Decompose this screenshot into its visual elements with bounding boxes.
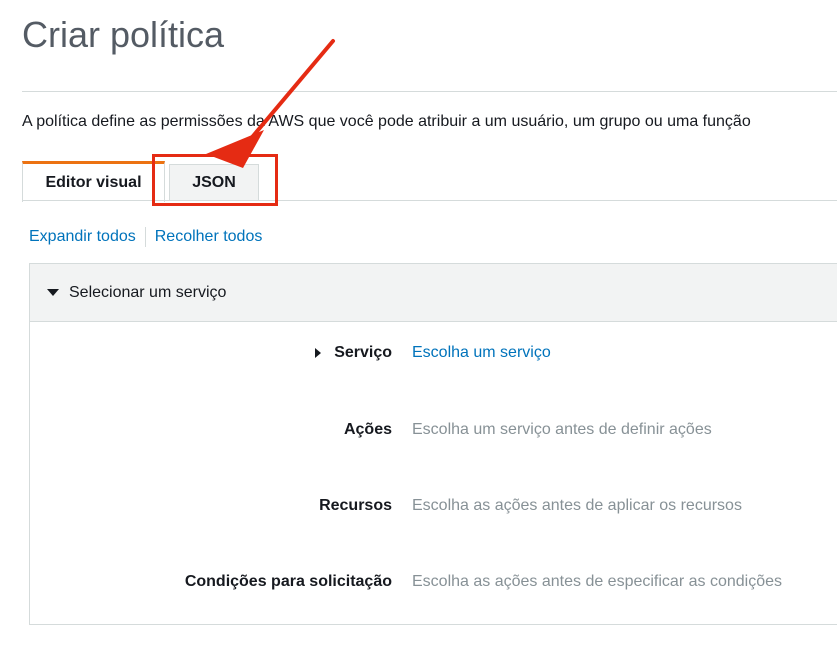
service-row: Serviço Escolha um serviço: [30, 344, 837, 368]
resources-label: Recursos: [319, 497, 392, 514]
policy-description: A política define as permissões da AWS q…: [22, 113, 751, 130]
page-title: Criar política: [22, 14, 225, 55]
conditions-value: Escolha as ações antes de especificar as…: [412, 573, 782, 590]
select-service-header[interactable]: Selecionar um serviço: [30, 264, 837, 322]
editor-tabs: Editor visual JSON: [22, 161, 837, 202]
collapse-all-link[interactable]: Recolher todos: [155, 228, 263, 246]
resources-row: Recursos Escolha as ações antes de aplic…: [30, 497, 837, 521]
conditions-label: Condições para solicitação: [184, 573, 392, 590]
tab-visual-editor[interactable]: Editor visual: [22, 161, 165, 202]
link-separator: [144, 227, 146, 247]
actions-value: Escolha um serviço antes de definir açõe…: [412, 421, 712, 438]
select-service-header-label: Selecionar um serviço: [69, 283, 227, 301]
expand-collapse-links: Expandir todos Recolher todos: [29, 227, 262, 247]
title-divider: [22, 91, 837, 92]
service-label: Serviço: [334, 344, 392, 361]
caret-down-icon: [47, 289, 59, 296]
expand-all-link[interactable]: Expandir todos: [29, 228, 136, 246]
resources-value: Escolha as ações antes de aplicar os rec…: [412, 497, 742, 514]
service-label-group[interactable]: Serviço: [315, 344, 392, 362]
conditions-row: Condições para solicitação Escolha as aç…: [30, 573, 837, 597]
tabs-divider: [22, 200, 837, 201]
actions-label: Ações: [343, 421, 392, 438]
choose-service-link[interactable]: Escolha um serviço: [412, 344, 551, 362]
caret-right-icon: [315, 348, 322, 358]
json-tab-highlight-annotation: [152, 154, 278, 206]
actions-row: Ações Escolha um serviço antes de defini…: [30, 421, 837, 445]
service-panel: Selecionar um serviço Serviço Escolha um…: [29, 263, 837, 625]
